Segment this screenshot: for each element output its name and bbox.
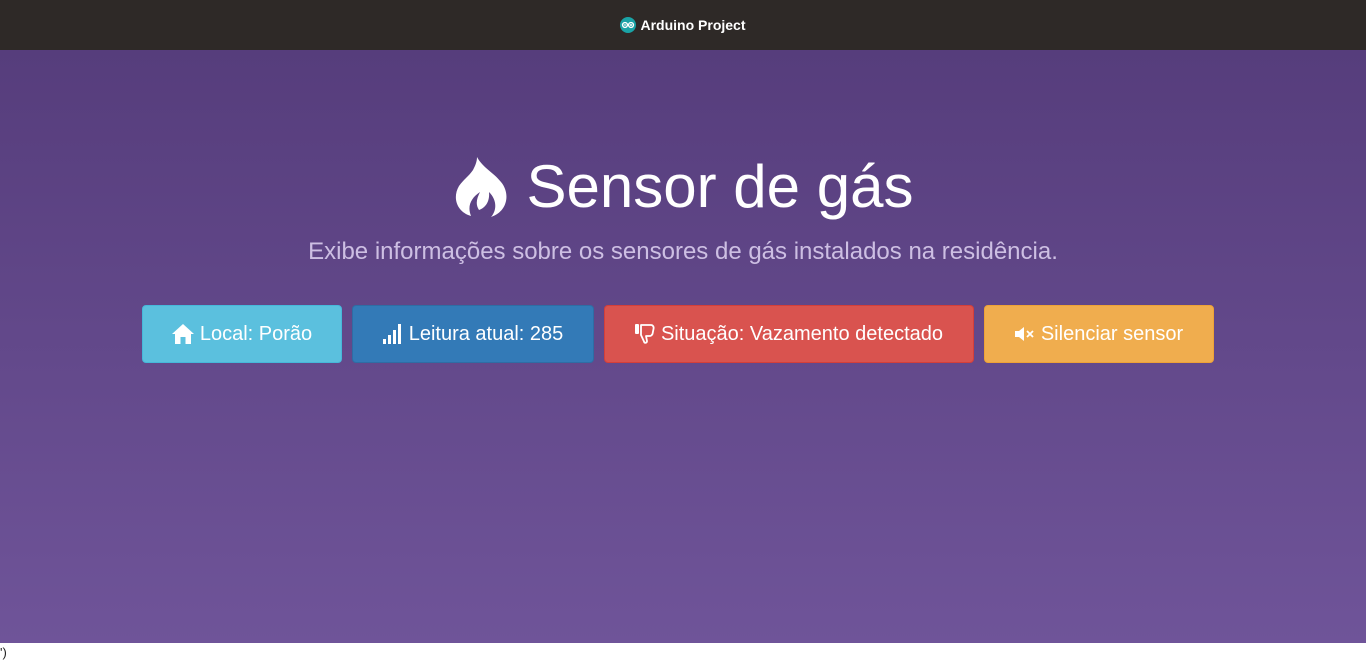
reading-label: Leitura atual: 285 <box>408 322 564 345</box>
location-button[interactable]: Local: Porão <box>142 305 342 363</box>
top-navbar: Arduino Project <box>0 0 1366 50</box>
hero-section: Sensor de gás Exibe informações sobre os… <box>0 50 1366 643</box>
signal-bars-icon <box>382 324 401 344</box>
title-row: Sensor de gás <box>0 147 1366 227</box>
arduino-logo-icon <box>620 17 637 33</box>
reading-button[interactable]: Leitura atual: 285 <box>352 305 594 363</box>
location-label: Local: Porão <box>199 322 313 345</box>
mute-label: Silenciar sensor <box>1040 322 1184 345</box>
fire-icon <box>455 157 506 217</box>
page-subtitle: Exibe informações sobre os sensores de g… <box>308 238 1058 265</box>
thumbs-down-icon <box>634 324 655 344</box>
brand-link[interactable]: Arduino Project <box>620 17 746 33</box>
status-label: Situação: Vazamento detectado <box>660 322 944 345</box>
home-icon <box>171 324 194 344</box>
status-button[interactable]: Situação: Vazamento detectado <box>604 305 974 363</box>
mute-sensor-button[interactable]: Silenciar sensor <box>984 305 1214 363</box>
volume-off-icon <box>1014 327 1034 341</box>
brand-label: Arduino Project <box>640 17 746 33</box>
stray-text: ') <box>0 645 7 660</box>
page-title: Sensor de gás <box>526 153 914 220</box>
